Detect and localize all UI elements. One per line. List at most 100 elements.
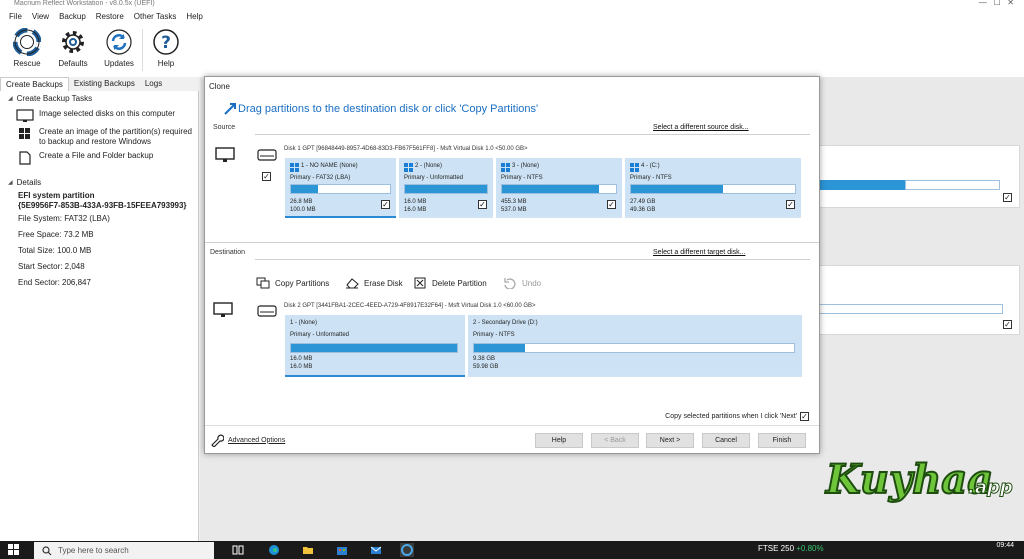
partition-checkbox[interactable]: ✓ xyxy=(478,200,487,209)
partition-checkbox[interactable]: ✓ xyxy=(607,200,616,209)
tasks-section-header[interactable]: ◢ Create Backup Tasks xyxy=(0,91,198,105)
toolbar: Rescue Defaults Updates ? Help xyxy=(0,24,1024,77)
ftse-change: +0.80% xyxy=(796,544,824,553)
tab-existing-backups[interactable]: Existing Backups xyxy=(69,77,140,91)
lifebuoy-icon xyxy=(13,28,41,56)
partition-total: 100.0 MB xyxy=(290,207,316,213)
task-image-disks[interactable]: Image selected disks on this computer xyxy=(0,109,198,123)
delete-partition-button[interactable]: Delete Partition xyxy=(413,277,487,289)
select-source-link[interactable]: Select a different source disk... xyxy=(653,124,749,131)
partition-used: 455.3 MB xyxy=(501,199,527,205)
partition-type: Primary - FAT32 (LBA) xyxy=(290,175,351,181)
defaults-button[interactable]: Defaults xyxy=(50,24,96,77)
next-button[interactable]: Next > xyxy=(646,433,694,448)
start-button[interactable] xyxy=(8,544,20,556)
finish-button[interactable]: Finish xyxy=(758,433,806,448)
destination-separator xyxy=(255,259,810,260)
select-target-link[interactable]: Select a different target disk... xyxy=(653,249,745,256)
taskbar-search[interactable]: Type here to search xyxy=(34,542,214,559)
ftse-ticker[interactable]: FTSE 250 +0.80% xyxy=(758,544,824,553)
menu-restore[interactable]: Restore xyxy=(91,12,129,21)
search-placeholder: Type here to search xyxy=(58,546,129,555)
mail-icon[interactable] xyxy=(370,544,382,556)
advanced-options-label: Advanced Options xyxy=(228,436,286,444)
watermark-logo: Kuyhaa .app xyxy=(824,455,1013,504)
source-partition[interactable]: 2 - (None) Primary - Unformatted 16.0 MB… xyxy=(399,158,493,218)
windows-icon xyxy=(404,163,413,172)
back-button[interactable]: < Back xyxy=(591,433,639,448)
copy-on-next-option[interactable]: Copy selected partitions when I click 'N… xyxy=(665,412,809,421)
copy-on-next-label: Copy selected partitions when I click 'N… xyxy=(665,413,797,420)
menu-backup[interactable]: Backup xyxy=(54,12,91,21)
rescue-button[interactable]: Rescue xyxy=(4,24,50,77)
delete-icon xyxy=(414,277,426,289)
source-disk-checkbox[interactable]: ✓ xyxy=(262,172,271,181)
footer-divider xyxy=(205,425,819,426)
details-heading: Details xyxy=(16,177,42,187)
partition-checkbox[interactable]: ✓ xyxy=(381,200,390,209)
partition-used: 27.49 GB xyxy=(630,199,656,205)
clone-dialog: Clone Drag partitions to the destination… xyxy=(204,76,820,454)
left-tabs: Create Backups Existing Backups Logs xyxy=(0,77,200,91)
partition-name: 2 - Secondary Drive (D:) xyxy=(473,320,538,326)
cancel-button[interactable]: Cancel xyxy=(702,433,750,448)
source-label: Source xyxy=(213,124,236,131)
task-image-windows[interactable]: Create an image of the partition(s) requ… xyxy=(0,127,198,147)
macrium-taskbar-icon[interactable] xyxy=(400,543,414,557)
menu-help[interactable]: Help xyxy=(181,12,207,21)
svg-text:?: ? xyxy=(161,33,171,53)
source-monitor-icon xyxy=(215,147,235,162)
task-file-folder[interactable]: Create a File and Folder backup xyxy=(0,151,198,165)
task-view-icon[interactable] xyxy=(232,544,244,556)
source-separator xyxy=(255,134,810,135)
help-dialog-button[interactable]: Help xyxy=(535,433,583,448)
copy-on-next-checkbox[interactable]: ✓ xyxy=(800,412,809,421)
windows-icon xyxy=(290,163,299,172)
destination-partition[interactable]: 1 - (None) Primary - Unformatted 16.0 MB… xyxy=(285,315,465,377)
source-partition[interactable]: 1 - NO NAME (None) Primary - FAT32 (LBA)… xyxy=(285,158,396,218)
eraser-icon xyxy=(346,278,359,289)
disk-drive-icon xyxy=(257,305,277,317)
disk-drive-icon xyxy=(257,149,277,161)
tab-create-backups[interactable]: Create Backups xyxy=(0,77,69,91)
details-section-header[interactable]: ◢ Details xyxy=(0,175,198,189)
gear-icon xyxy=(62,31,84,53)
source-partition[interactable]: 4 - (C:) Primary - NTFS 27.49 GB 49.36 G… xyxy=(625,158,801,218)
copy-partitions-label: Copy Partitions xyxy=(275,278,330,288)
help-button[interactable]: ? Help xyxy=(143,24,189,77)
partition-id: {5E9956F7-853B-433A-93FB-15FEEA793993} xyxy=(18,201,187,210)
partition-total: 16.0 MB xyxy=(290,364,313,370)
partition-type: Primary - Unformatted xyxy=(290,332,350,338)
menu-other-tasks[interactable]: Other Tasks xyxy=(129,12,182,21)
partition-total: 49.36 GB xyxy=(630,207,656,213)
ftse-label: FTSE 250 xyxy=(758,544,795,553)
file-explorer-icon[interactable] xyxy=(302,544,314,556)
menu-view[interactable]: View xyxy=(27,12,54,21)
erase-disk-button[interactable]: Erase Disk xyxy=(345,277,403,289)
source-partition[interactable]: 3 - (None) Primary - NTFS 455.3 MB 537.0… xyxy=(496,158,622,218)
undo-label: Undo xyxy=(522,278,542,288)
tab-logs[interactable]: Logs xyxy=(140,77,167,91)
partition-name: 4 - (C:) xyxy=(641,163,660,169)
menu-file[interactable]: File xyxy=(4,12,27,21)
destination-partition[interactable]: 2 - Secondary Drive (D:) Primary - NTFS … xyxy=(468,315,802,377)
partition-usage-bar xyxy=(404,184,488,194)
destination-label: Destination xyxy=(210,249,246,256)
partition-checkbox[interactable]: ✓ xyxy=(786,200,795,209)
copy-partitions-button[interactable]: Copy Partitions xyxy=(256,277,329,289)
advanced-options-link[interactable]: Advanced Options xyxy=(210,433,285,447)
undo-button[interactable]: Undo xyxy=(503,277,541,289)
section-divider xyxy=(205,242,819,243)
window-controls[interactable]: — ☐ ✕ xyxy=(979,0,1014,7)
updates-label: Updates xyxy=(104,59,134,68)
windows-icon xyxy=(630,163,639,172)
taskbar-clock[interactable]: 09:44 xyxy=(996,542,1014,550)
task-image-disks-label: Image selected disks on this computer xyxy=(39,109,176,118)
partition-total: 59.98 GB xyxy=(473,364,499,370)
title-bar: Macrium Reflect Workstation - v8.0.5x (U… xyxy=(0,0,1024,8)
partition-total: 537.0 MB xyxy=(501,207,527,213)
undo-icon xyxy=(504,278,516,289)
edge-icon[interactable] xyxy=(268,544,280,556)
store-icon[interactable] xyxy=(336,544,348,556)
updates-button[interactable]: Updates xyxy=(96,24,142,77)
